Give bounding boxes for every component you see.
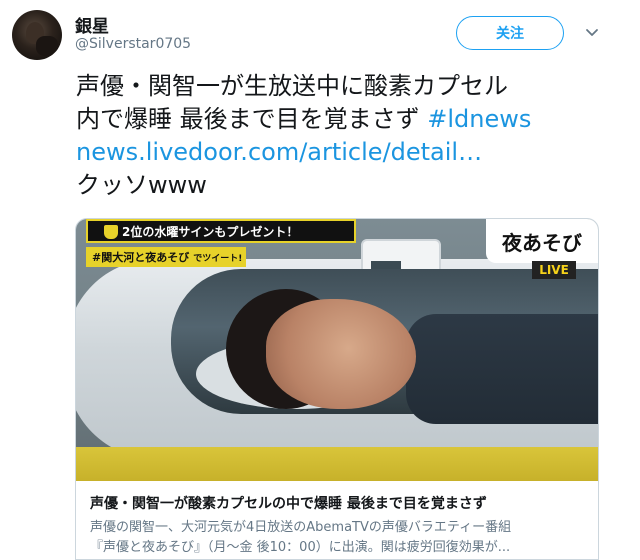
live-badge: LIVE (532, 261, 576, 279)
sleeping-person-shirt (406, 314, 598, 424)
tweet-text-line-2: 内で爆睡 最後まで目を覚まさず #ldnews (76, 103, 606, 136)
show-logo: 夜あそび (486, 219, 598, 263)
article-link[interactable]: news.livedoor.com/article/detail… (76, 136, 606, 169)
overlay-banner-hashtag: #関大河と夜あそび でツイート! (86, 247, 246, 267)
overlay-banner-top: 2位の水曜サインもプレゼント！ (86, 219, 356, 243)
sleeping-person-face (266, 299, 416, 409)
tweet-text-line-4: クッソwww (76, 171, 207, 199)
user-handle[interactable]: @Silverstar0705 (75, 36, 191, 52)
card-description: 声優の関智一、大河元気が4日放送のAbemaTVの声優バラエティー番組 『声優と… (90, 518, 590, 558)
follow-button[interactable]: 关注 (456, 16, 564, 50)
card-description-line-1: 声優の関智一、大河元気が4日放送のAbemaTVの声優バラエティー番組 (90, 520, 512, 535)
trophy-icon (104, 225, 118, 239)
capsule-yellow-base (76, 447, 598, 481)
hashtag-link[interactable]: #ldnews (427, 105, 531, 133)
overlay-hashtag-text: #関大河と夜あそび (92, 251, 190, 264)
avatar[interactable] (12, 10, 62, 60)
tweet-text: 声優・関智一が生放送中に酸素カプセル 内で爆睡 最後まで目を覚まさず #ldne… (76, 70, 606, 202)
user-display-name[interactable]: 銀星 (75, 12, 109, 37)
link-preview-card[interactable]: 2位の水曜サインもプレゼント！ #関大河と夜あそび でツイート! 夜あそび LI… (75, 218, 599, 560)
tweet: 銀星 @Silverstar0705 关注 声優・関智一が生放送中に酸素カプセル… (0, 0, 640, 560)
avatar-figure-shadow (36, 36, 58, 56)
chevron-down-icon[interactable] (584, 24, 600, 40)
card-title[interactable]: 声優・関智一が酸素カプセルの中で爆睡 最後まで目を覚まさず (90, 493, 590, 513)
overlay-banner-top-text: 2位の水曜サインもプレゼント！ (122, 224, 299, 239)
card-image[interactable]: 2位の水曜サインもプレゼント！ #関大河と夜あそび でツイート! 夜あそび LI… (76, 219, 598, 481)
tweet-text-line-2-text: 内で爆睡 最後まで目を覚まさず (76, 105, 428, 133)
card-description-line-2: 『声優と夜あそび』（月～金 後10：00）に出演。関は疲労回復効果が... (90, 540, 511, 555)
overlay-hashtag-suffix: でツイート! (193, 253, 243, 264)
tweet-text-line-1: 声優・関智一が生放送中に酸素カプセル (76, 72, 508, 100)
